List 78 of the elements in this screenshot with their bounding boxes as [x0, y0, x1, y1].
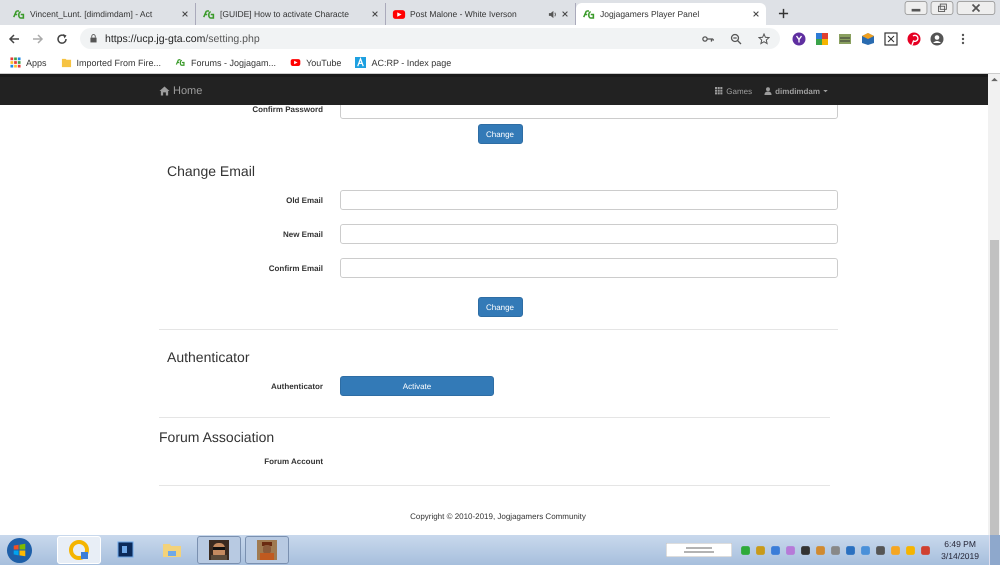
jg-logo-icon [12, 8, 26, 20]
email-field[interactable] [340, 224, 838, 244]
browser-tab[interactable]: Jogjagamers Player Panel [576, 3, 766, 25]
close-icon[interactable] [181, 10, 189, 18]
tray-app-icon[interactable] [800, 544, 812, 556]
menu-icon[interactable] [961, 32, 965, 46]
pin-icon[interactable] [907, 32, 921, 46]
ring-icon [69, 540, 89, 560]
copyright-text: Copyright © 2010-2019, Jogjagamers Community [409, 512, 587, 521]
extension-icon[interactable] [884, 32, 898, 46]
bookmark[interactable]: Forums - Jogjagam... [175, 57, 276, 68]
section-heading: Forum Association [159, 429, 276, 445]
email-field[interactable] [340, 258, 838, 278]
clock-date: 3/14/2019 [941, 550, 979, 562]
user-menu[interactable]: dimdimdam [764, 86, 828, 96]
home-icon [159, 86, 170, 96]
apps-grid-icon [10, 57, 21, 68]
browser-tab[interactable]: Vincent_Lunt. [dimdimdam] - Act [6, 3, 196, 25]
start-orb-icon[interactable] [6, 536, 33, 564]
ps-app-icon [116, 540, 136, 560]
field-label: Old Email [285, 196, 323, 204]
email-field[interactable] [340, 190, 838, 210]
tray-app-icon[interactable] [875, 544, 886, 556]
lock-icon [90, 34, 97, 43]
close-icon[interactable] [561, 10, 569, 18]
section-heading: Authenticator [167, 349, 250, 365]
change-button[interactable]: Change [478, 124, 522, 144]
grid-icon [715, 87, 724, 95]
password-field[interactable] [340, 105, 838, 119]
caret-icon [823, 90, 828, 92]
new-tab-icon[interactable] [778, 8, 789, 19]
browser-tab[interactable]: [GUIDE] How to activate Characte [196, 3, 386, 25]
scroll-up-icon[interactable] [990, 77, 998, 82]
jg-logo-icon [175, 57, 186, 68]
home-link[interactable]: Home [159, 85, 202, 97]
close-icon[interactable] [371, 10, 379, 18]
account-icon[interactable] [930, 32, 944, 46]
jg-logo-icon [582, 8, 596, 20]
star-icon[interactable] [758, 32, 770, 44]
field-label: Authenticator [270, 382, 323, 390]
bookmark[interactable]: AC:RP - Index page [355, 57, 452, 68]
extension-icon[interactable] [792, 32, 806, 46]
a-logo-icon [355, 57, 366, 68]
extension-icon[interactable] [861, 32, 875, 46]
address-field[interactable]: https://ucp.jg-gta.com/setting.php [80, 28, 780, 49]
jg-logo-icon [202, 8, 216, 20]
clock-time: 6:49 PM [944, 538, 976, 550]
restore-icon[interactable] [930, 1, 954, 15]
play-logo-icon [392, 8, 406, 20]
field-label: Confirm Password [251, 105, 323, 114]
play-logo-icon [290, 57, 302, 68]
field-label: Confirm Email [268, 264, 323, 272]
browser-tab[interactable]: Post Malone - White Iverson [386, 3, 576, 25]
close-icon[interactable] [752, 10, 760, 18]
person-icon [764, 87, 772, 95]
bookmark[interactable]: YouTube [290, 57, 342, 68]
section-heading: Change Email [167, 163, 256, 179]
scrollbar[interactable] [988, 74, 1000, 535]
taskbar-button[interactable] [245, 536, 289, 564]
extension-icon[interactable] [838, 32, 852, 46]
minimize-icon[interactable] [904, 1, 928, 15]
close-icon[interactable] [956, 1, 996, 15]
bookmark[interactable]: Apps [10, 57, 47, 68]
taskbar-button[interactable] [197, 536, 241, 564]
search-widget-icon[interactable] [666, 543, 732, 557]
change-button[interactable]: Change [478, 297, 522, 317]
clock[interactable]: 6:49 PM 3/14/2019 [941, 538, 979, 562]
field-label: New Email [282, 230, 323, 238]
folder-icon [60, 57, 72, 68]
scrollbar-thumb[interactable] [990, 240, 998, 535]
zoom-icon[interactable] [730, 32, 742, 44]
games-link[interactable]: Games [715, 86, 752, 96]
field-label: Forum Account [263, 457, 323, 466]
speaker-icon[interactable] [548, 10, 557, 18]
bookmark[interactable]: Imported From Fire... [60, 57, 162, 68]
reload-icon[interactable] [56, 32, 68, 44]
activate-button[interactable]: Activate [340, 376, 494, 396]
back-arrow-icon[interactable] [8, 32, 20, 44]
